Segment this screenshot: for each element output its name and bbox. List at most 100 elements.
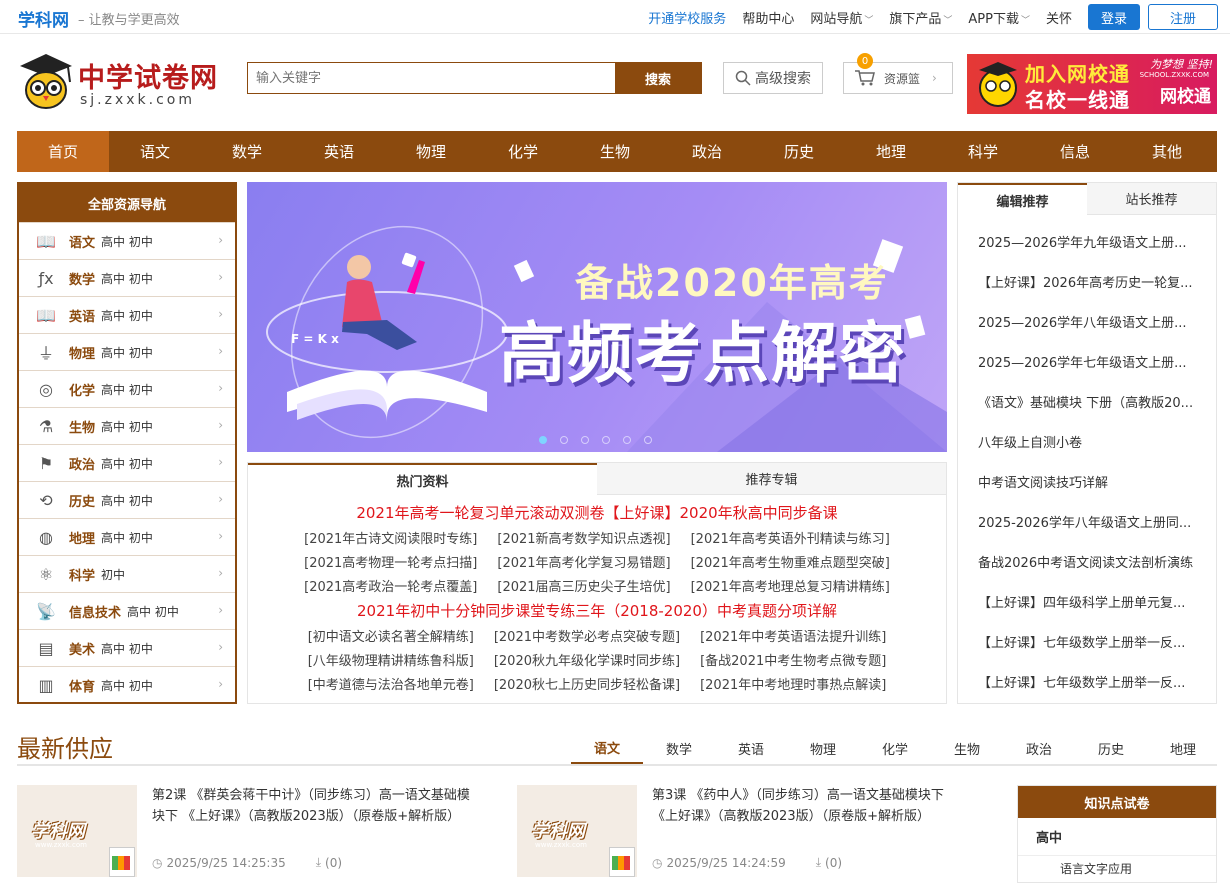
brand-logo[interactable]: 学科网: [18, 6, 69, 31]
hot-highlight-link[interactable]: 三年（2018-2020）中考真题分项详解: [575, 600, 837, 621]
latest-tab[interactable]: 历史: [1075, 732, 1147, 764]
hot-highlight-link[interactable]: 2021年高考一轮复习单元滚动双测卷: [356, 502, 604, 523]
recommend-item[interactable]: 备战2026中考语文阅读文法剖析演练: [978, 541, 1204, 581]
latest-tab[interactable]: 语文: [571, 732, 643, 764]
recommend-item[interactable]: 2025-2026学年八年级语文上册同...: [978, 501, 1204, 541]
hot-highlight-link[interactable]: 2021年初中十分钟同步课堂专练: [357, 600, 575, 621]
resource-title[interactable]: 第3课 《药中人》（同步练习）高一语文基础模块下 《上好课》（高教版2023版）…: [652, 785, 972, 827]
sidebar-item[interactable]: ▥ 体育 高中 初中 ›: [19, 666, 235, 703]
sidebar-item[interactable]: ⚑ 政治 高中 初中 ›: [19, 444, 235, 481]
carousel-dot[interactable]: [644, 436, 652, 444]
hot-link[interactable]: [2021年高考英语外刊精读与练习]: [691, 528, 890, 547]
top-link-app-download[interactable]: APP下载 ﹀: [968, 8, 1030, 27]
sidebar-item[interactable]: ▤ 美术 高中 初中 ›: [19, 629, 235, 666]
carousel-dot[interactable]: [602, 436, 610, 444]
nav-item-english[interactable]: 英语: [293, 131, 385, 172]
hot-link[interactable]: [备战2021中考生物考点微专题]: [700, 650, 886, 669]
resource-basket-button[interactable]: 0 资源篮 ›: [843, 53, 953, 94]
recommend-item[interactable]: 八年级上自测小卷: [978, 421, 1204, 461]
nav-item-chinese[interactable]: 语文: [109, 131, 201, 172]
hot-link[interactable]: [2021年古诗文阅读限时专练]: [304, 528, 477, 547]
login-button[interactable]: 登录: [1088, 4, 1140, 30]
register-button[interactable]: 注册: [1148, 4, 1218, 30]
recommend-item[interactable]: 《语文》基础模块 下册（高教版20...: [978, 381, 1204, 421]
latest-tab[interactable]: 英语: [715, 732, 787, 764]
hot-link[interactable]: [2021年高考化学复习易错题]: [497, 552, 670, 571]
advanced-search-button[interactable]: 高级搜索: [723, 62, 823, 94]
hot-link[interactable]: [中考道德与法治各地单元卷]: [308, 674, 474, 693]
sidebar-item[interactable]: 📖 语文 高中 初中 ›: [19, 222, 235, 259]
recommend-item[interactable]: 【上好课】七年级数学上册举一反...: [978, 661, 1204, 701]
tab-recommended-albums[interactable]: 推荐专辑: [597, 463, 946, 495]
hot-link[interactable]: [2021高考物理一轮考点扫描]: [304, 552, 477, 571]
hot-link[interactable]: [八年级物理精讲精练鲁科版]: [308, 650, 474, 669]
sidebar-item[interactable]: 📖 英语 高中 初中 ›: [19, 296, 235, 333]
sidebar-item[interactable]: ⏚ 物理 高中 初中 ›: [19, 333, 235, 370]
tab-hot-materials[interactable]: 热门资料: [248, 463, 597, 495]
hot-link[interactable]: [初中语文必读名著全解精练]: [308, 626, 474, 645]
sidebar-item[interactable]: 📡 信息技术 高中 初中 ›: [19, 592, 235, 629]
recommend-item[interactable]: 【上好课】七年级数学上册举一反...: [978, 621, 1204, 661]
sidebar-item[interactable]: ⟲ 历史 高中 初中 ›: [19, 481, 235, 518]
carousel-dot[interactable]: [560, 436, 568, 444]
hot-link[interactable]: [2021新高考数学知识点透视]: [497, 528, 670, 547]
resource-thumbnail[interactable]: 学科网 www.zxxk.com: [17, 785, 137, 877]
carousel-dot[interactable]: [539, 436, 547, 444]
carousel-dot[interactable]: [623, 436, 631, 444]
nav-item-physics[interactable]: 物理: [385, 131, 477, 172]
recommend-item[interactable]: 【上好课】四年级科学上册单元复...: [978, 581, 1204, 621]
nav-item-history[interactable]: 历史: [753, 131, 845, 172]
nav-item-geography[interactable]: 地理: [845, 131, 937, 172]
hero-banner[interactable]: F = K x 备战2020年高考 高频考点解密: [247, 182, 947, 452]
top-link-help[interactable]: 帮助中心: [742, 8, 794, 27]
hot-link[interactable]: [2021年中考地理时事热点解读]: [700, 674, 886, 693]
tab-editor-picks[interactable]: 编辑推荐: [958, 183, 1087, 215]
nav-item-other[interactable]: 其他: [1121, 131, 1213, 172]
carousel-dot[interactable]: [581, 436, 589, 444]
hot-highlight-link[interactable]: 【上好课】2020年秋高中同步备课: [605, 502, 838, 523]
nav-item-politics[interactable]: 政治: [661, 131, 753, 172]
sidebar-item[interactable]: ⚗ 生物 高中 初中 ›: [19, 407, 235, 444]
recommend-item[interactable]: 2025—2026学年九年级语文上册...: [978, 221, 1204, 261]
sidebar-item[interactable]: ƒx 数学 高中 初中 ›: [19, 259, 235, 296]
latest-tab[interactable]: 政治: [1003, 732, 1075, 764]
latest-tab[interactable]: 化学: [859, 732, 931, 764]
knowledge-level-high-school[interactable]: 高中: [1018, 818, 1216, 856]
tab-admin-picks[interactable]: 站长推荐: [1087, 183, 1216, 215]
top-link-care[interactable]: 关怀: [1046, 8, 1072, 27]
nav-item-home[interactable]: 首页: [17, 131, 109, 172]
ad-banner[interactable]: 加入网校通 名校一线通 为梦想 坚持! SCHOOL.ZXXK.COM 网校通: [967, 54, 1217, 114]
hot-link[interactable]: [2021年高考地理总复习精讲精练]: [691, 576, 890, 595]
sidebar-item[interactable]: ◎ 化学 高中 初中 ›: [19, 370, 235, 407]
resource-title[interactable]: 第2课 《群英会蒋干中计》（同步练习）高一语文基础模块下 《上好课》（高教版20…: [152, 785, 472, 827]
recommend-item[interactable]: 【上好课】2026年高考历史一轮复...: [978, 261, 1204, 301]
search-input[interactable]: [248, 63, 615, 93]
nav-item-science[interactable]: 科学: [937, 131, 1029, 172]
hot-link[interactable]: [2020秋九年级化学课时同步练]: [494, 650, 680, 669]
recommend-item[interactable]: 2025—2026学年七年级语文上册...: [978, 341, 1204, 381]
hot-link[interactable]: [2021届高三历史尖子生培优]: [497, 576, 670, 595]
top-link-site-nav[interactable]: 网站导航 ﹀: [810, 8, 873, 27]
latest-tab[interactable]: 数学: [643, 732, 715, 764]
nav-item-biology[interactable]: 生物: [569, 131, 661, 172]
sidebar-item[interactable]: ⚛ 科学 初中 ›: [19, 555, 235, 592]
latest-tab[interactable]: 物理: [787, 732, 859, 764]
search-button[interactable]: 搜索: [615, 63, 701, 93]
site-logo[interactable]: 中学试卷网 sj.zxxk.com: [16, 50, 226, 114]
nav-item-chemistry[interactable]: 化学: [477, 131, 569, 172]
hot-link[interactable]: [2020秋七上历史同步轻松备课]: [494, 674, 680, 693]
hot-link[interactable]: [2021年高考生物重难点题型突破]: [691, 552, 890, 571]
hot-link[interactable]: [2021中考数学必考点突破专题]: [494, 626, 680, 645]
sidebar-item[interactable]: ◍ 地理 高中 初中 ›: [19, 518, 235, 555]
knowledge-topic-link[interactable]: 语言文字应用: [1018, 856, 1216, 880]
recommend-item[interactable]: 2025—2026学年八年级语文上册...: [978, 301, 1204, 341]
latest-tab[interactable]: 地理: [1147, 732, 1219, 764]
top-link-school-service[interactable]: 开通学校服务: [648, 8, 726, 27]
resource-thumbnail[interactable]: 学科网 www.zxxk.com: [517, 785, 637, 877]
latest-tab[interactable]: 生物: [931, 732, 1003, 764]
top-link-products[interactable]: 旗下产品 ﹀: [889, 8, 952, 27]
hot-link[interactable]: [2021高考政治一轮考点覆盖]: [304, 576, 477, 595]
nav-item-info[interactable]: 信息: [1029, 131, 1121, 172]
recommend-item[interactable]: 中考语文阅读技巧详解: [978, 461, 1204, 501]
hot-link[interactable]: [2021年中考英语语法提升训练]: [700, 626, 886, 645]
